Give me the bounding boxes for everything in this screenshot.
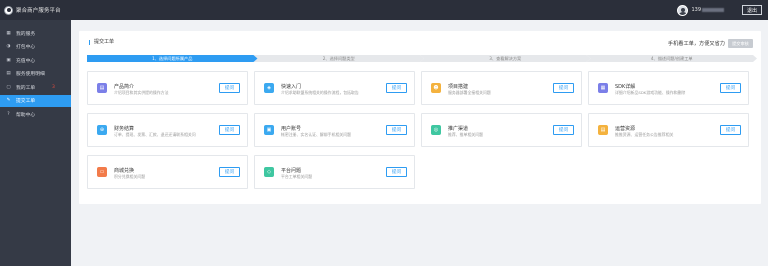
sidebar-item-label: 我的工单 [16, 85, 36, 91]
product-card[interactable]: ☻ 项目搭建 服务器部署全接相关问题 提问 [421, 71, 582, 105]
top-bar: 聚合商户服务平台 139 退出 [0, 0, 768, 20]
card-description: 帐密注册、实名认证、解绑手机相关问题 [281, 132, 352, 137]
app-title: 聚合商户服务平台 [16, 8, 61, 14]
product-card[interactable]: ▤ 产品简介 介绍项目和其实供提的操作方法 提问 [87, 71, 248, 105]
app-logo[interactable]: 聚合商户服务平台 [4, 5, 61, 15]
ask-button[interactable]: 提问 [219, 167, 240, 177]
card-description: 推荐、推单相关问题 [448, 132, 484, 137]
resource-icon: ▤ [598, 125, 608, 135]
account-icon: ▣ [264, 125, 274, 135]
product-card[interactable]: ◎ 推广渠道 推荐、推单相关问题 提问 [421, 113, 582, 147]
card-description: 服务器部署全接相关问题 [448, 90, 491, 95]
card-description: 积分兑换相关问题 [114, 174, 146, 179]
platform-icon: ◇ [264, 167, 274, 177]
page-title: 提交工单 [89, 40, 114, 45]
logout-button[interactable]: 退出 [742, 5, 762, 15]
card-title: 商城兑换 [114, 168, 135, 174]
ask-button[interactable]: 提问 [219, 83, 240, 93]
product-card[interactable]: ⊕ 财务结算 订单、提现、发票、汇款、退还还请联系相关问 提问 [87, 113, 248, 147]
card-title: 财务结算 [114, 126, 135, 132]
card-description: 平台工单相关问题 [281, 174, 313, 179]
step-1: 1、选择问题所属产品 [87, 55, 258, 62]
ask-button[interactable]: 提问 [386, 167, 407, 177]
sidebar: ▦ 我的服务 ◑ 打包中心 ▣ 充值中心 ▤ 服务使用明细 ▢ 我的工单 3 ✎ 提交工单? 帮助中心 [0, 20, 71, 266]
ask-button[interactable]: 提问 [386, 125, 407, 135]
sidebar-item[interactable]: ? 帮助中心 [0, 108, 71, 120]
card-title: 运营资源 [615, 126, 636, 132]
card-description: 介绍求助联盟系统相关的操作流程，包括取告 [281, 90, 359, 95]
mobile-hint[interactable]: 手机看工单，方便又省力 [668, 40, 725, 47]
grid-icon: ▦ [6, 30, 11, 36]
sidebar-item-label: 打包中心 [16, 45, 36, 50]
card-title: 平台问题 [281, 168, 302, 174]
package-icon: ◑ [6, 44, 11, 49]
card-title: 用户账号 [281, 126, 302, 132]
list-icon: ▤ [6, 71, 11, 76]
shop-icon: ▭ [97, 167, 107, 177]
step-2: 2、选择问题类型 [254, 55, 425, 62]
edit-icon: ✎ [6, 98, 11, 103]
product-card[interactable]: ◈ 快速入门 介绍求助联盟系统相关的操作流程，包括取告 提问 [254, 71, 415, 105]
ask-button[interactable]: 提问 [386, 83, 407, 93]
phone-prefix: 139 [691, 7, 701, 13]
main-panel: 提交工单 手机看工单，方便又省力 提交审核 1、选择问题所属产品 2、选择问题类型… [79, 31, 761, 204]
sidebar-item-label: 服务使用明细 [16, 72, 45, 77]
avatar[interactable] [677, 4, 689, 16]
product-card[interactable]: ◇ 平台问题 平台工单相关问题 提问 [254, 155, 415, 189]
sdk-icon: ▦ [598, 83, 608, 93]
product-card[interactable]: ▦ SDK详解 详细介绍新品SDK游戏功能、操作和删除 提问 [588, 71, 749, 105]
card-description: 推推资源、运营任务公告推荐相关 [615, 132, 674, 137]
ask-button[interactable]: 提问 [720, 83, 741, 93]
sidebar-item-label: 帮助中心 [16, 112, 36, 118]
card-description: 订单、提现、发票、汇款、退还还请联系相关问 [114, 132, 196, 137]
user-phone: 139 [691, 7, 724, 13]
promotion-icon: ◎ [431, 125, 441, 135]
sidebar-item[interactable]: ◑ 打包中心 [0, 41, 71, 53]
sidebar-item-label: 提交工单 [16, 99, 36, 104]
sidebar-item[interactable]: ▤ 服务使用明细 [0, 68, 71, 80]
step-progress: 1、选择问题所属产品 2、选择问题类型 3、查看解决方案 4、描述问题/创建工单 [87, 55, 753, 62]
card-description: 介绍项目和其实供提的操作方法 [114, 90, 169, 95]
product-card[interactable]: ▭ 商城兑换 积分兑换相关问题 提问 [87, 155, 248, 189]
product-card[interactable]: ▤ 运营资源 推推资源、运营任务公告推荐相关 提问 [588, 113, 749, 147]
product-card[interactable]: ▣ 用户账号 帐密注册、实名认证、解绑手机相关问题 提问 [254, 113, 415, 147]
ask-button[interactable]: 提问 [553, 83, 574, 93]
step-3: 3、查看解决方案 [420, 55, 591, 62]
card-title: SDK详解 [615, 84, 636, 90]
wallet-icon: ▣ [6, 57, 11, 63]
submit-review-button[interactable]: 提交审核 [728, 39, 753, 48]
user-area: 139 退出 [677, 0, 762, 20]
product-icon: ▤ [97, 83, 107, 93]
step-4: 4、描述问题/创建工单 [587, 55, 758, 62]
card-title: 快速入门 [281, 84, 302, 90]
sidebar-item[interactable]: ▦ 我的服务 [0, 27, 71, 39]
ticket-icon: ▢ [6, 84, 11, 90]
card-description: 详细介绍新品SDK游戏功能、操作和删除 [615, 90, 686, 95]
phone-mask [702, 7, 724, 12]
sidebar-item-label: 我的服务 [16, 31, 36, 37]
ask-button[interactable]: 提问 [720, 125, 741, 135]
ask-button[interactable]: 提问 [219, 125, 240, 135]
card-title: 项目搭建 [448, 84, 469, 90]
ask-button[interactable]: 提问 [553, 125, 574, 135]
user-build-icon: ☻ [431, 83, 441, 93]
sidebar-item[interactable]: ✎ 提交工单 [0, 94, 71, 107]
sidebar-item[interactable]: ▢ 我的工单 3 [0, 81, 71, 93]
rocket-icon: ◈ [264, 83, 274, 93]
sidebar-item-label: 充值中心 [16, 58, 36, 64]
finance-icon: ⊕ [97, 125, 107, 135]
sidebar-item[interactable]: ▣ 充值中心 [0, 54, 71, 66]
card-title: 推广渠道 [448, 126, 469, 132]
card-title: 产品简介 [114, 84, 135, 90]
help-icon: ? [7, 111, 10, 117]
unread-badge: 3 [52, 85, 55, 90]
logo-icon [4, 5, 13, 15]
